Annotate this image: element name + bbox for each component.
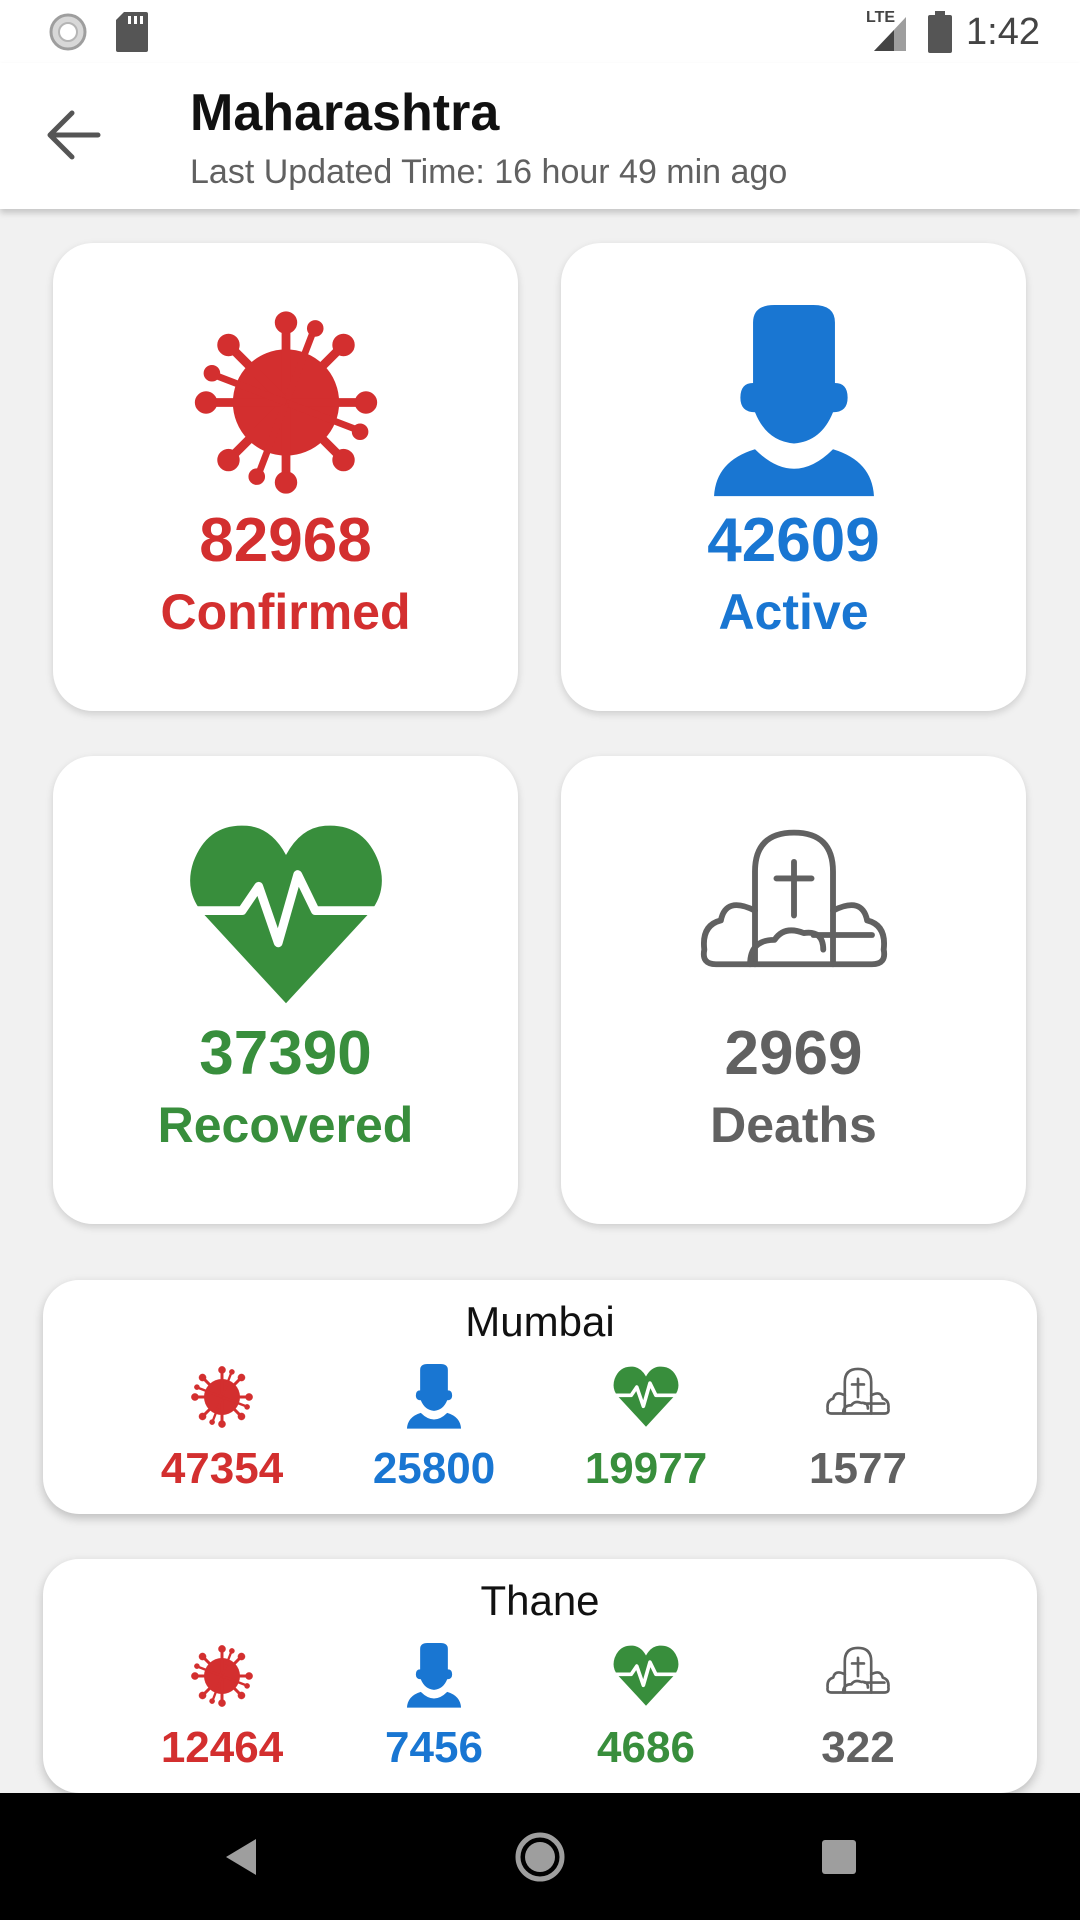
district-recovered: 19977 [584,1444,708,1493]
district-deaths: 1577 [809,1444,907,1493]
signal-icon [874,17,907,51]
confirmed-label: Confirmed [160,584,411,640]
sd-card-icon [116,12,148,52]
district-confirmed: 47354 [160,1444,284,1493]
status-bar: LTE 1:42 [0,0,1080,63]
person-icon [713,305,874,497]
grave-icon [694,818,894,1013]
battery-icon [928,11,953,53]
nav-recents-icon[interactable] [822,1840,856,1874]
active-label: Active [718,584,869,640]
virus-icon [186,305,386,500]
confirmed-count: 82968 [199,506,372,575]
district-recovered: 4686 [597,1723,695,1772]
district-deaths: 322 [821,1723,895,1772]
last-updated-text: Last Updated Time: 16 hour 49 min ago [190,153,788,191]
app-bar: Maharashtra Last Updated Time: 16 hour 4… [0,63,1080,209]
grave-icon [826,1367,890,1415]
district-card[interactable]: Thane 12464 7456 4686 322 [43,1559,1037,1793]
nav-home-icon[interactable] [514,1831,566,1883]
sync-icon [49,13,87,51]
district-name: Thane [480,1577,600,1624]
active-count: 42609 [707,506,880,575]
heart-pulse-icon [188,825,383,1004]
clock: 1:42 [966,10,1040,53]
nav-back-icon[interactable] [222,1837,262,1877]
confirmed-card[interactable]: 82968 Confirmed [53,243,518,711]
district-name: Mumbai [465,1298,615,1345]
district-card[interactable]: Mumbai 47354 25800 19977 1577 [43,1280,1037,1514]
person-icon [406,1643,462,1708]
virus-icon [189,1364,255,1430]
district-confirmed: 12464 [160,1723,284,1772]
recovered-card[interactable]: 37390 Recovered [53,756,518,1224]
heart-pulse-icon [613,1645,679,1706]
grave-icon [826,1646,890,1694]
virus-icon [189,1643,255,1709]
district-active: 25800 [372,1444,496,1493]
recovered-count: 37390 [199,1019,372,1088]
back-arrow-icon[interactable] [44,109,102,161]
deaths-card[interactable]: 2969 Deaths [561,756,1026,1224]
deaths-count: 2969 [724,1019,863,1088]
district-active: 7456 [385,1723,483,1772]
navigation-bar [0,1793,1080,1920]
page-title: Maharashtra [190,84,500,142]
active-card[interactable]: 42609 Active [561,243,1026,711]
recovered-label: Recovered [157,1097,414,1153]
person-icon [406,1364,462,1429]
deaths-label: Deaths [710,1097,877,1153]
heart-pulse-icon [613,1366,679,1427]
